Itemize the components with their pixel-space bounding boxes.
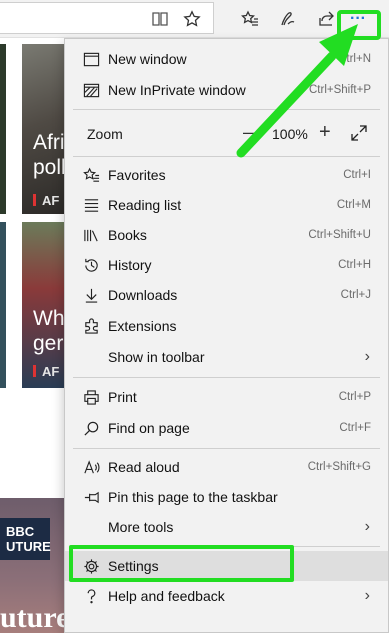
search-icon	[82, 419, 100, 437]
menu-label: New InPrivate window	[108, 82, 246, 98]
web-note-icon[interactable]	[275, 6, 301, 32]
print-icon	[82, 388, 100, 406]
zoom-level: 100%	[272, 126, 308, 142]
menu-label: Pin this page to the taskbar	[108, 489, 278, 505]
menu-item-more-tools[interactable]: More tools ›	[65, 512, 388, 542]
menu-label: Downloads	[108, 287, 178, 303]
menu-item-read-aloud[interactable]: Read aloud Ctrl+Shift+G	[65, 452, 388, 482]
fullscreen-icon[interactable]	[350, 124, 368, 142]
menu-shortcut: Ctrl+H	[338, 259, 371, 271]
menu-shortcut: Ctrl+Shift+P	[309, 84, 371, 96]
annotation-highlight-settings	[69, 545, 294, 582]
pin-icon	[82, 488, 100, 506]
menu-shortcut: Ctrl+Shift+U	[308, 229, 371, 241]
menu-item-history[interactable]: History Ctrl+H	[65, 250, 388, 280]
zoom-label: Zoom	[87, 126, 123, 142]
menu-item-pin-to-taskbar[interactable]: Pin this page to the taskbar	[65, 482, 388, 512]
zoom-row: Zoom — 100% +	[65, 119, 388, 149]
menu-item-reading-list[interactable]: Reading list Ctrl+M	[65, 190, 388, 220]
news-tile-edge	[0, 222, 6, 388]
menu-label: Help and feedback	[108, 588, 225, 604]
menu-item-extensions[interactable]: Extensions	[65, 311, 388, 341]
tile-headline: Afri poll	[33, 131, 66, 179]
favorite-star-icon[interactable]	[179, 6, 205, 32]
menu-shortcut: Ctrl+J	[340, 289, 371, 301]
menu-label: Show in toolbar	[108, 349, 205, 365]
menu-item-books[interactable]: Books Ctrl+Shift+U	[65, 220, 388, 250]
books-icon	[82, 226, 100, 244]
history-icon	[82, 256, 100, 274]
chevron-right-icon: ›	[364, 587, 370, 604]
menu-item-favorites[interactable]: Favorites Ctrl+I	[65, 160, 388, 190]
chevron-right-icon: ›	[364, 518, 370, 535]
menu-label: More tools	[108, 519, 174, 535]
menu-shortcut: Ctrl+M	[336, 199, 371, 211]
menu-label: New window	[108, 51, 187, 67]
zoom-out-button[interactable]: —	[243, 122, 261, 143]
menu-label: History	[108, 257, 152, 273]
menu-label: Print	[108, 389, 137, 405]
reading-view-icon[interactable]	[147, 6, 173, 32]
menu-item-inprivate[interactable]: New InPrivate window Ctrl+Shift+P	[65, 75, 388, 105]
menu-item-downloads[interactable]: Downloads Ctrl+J	[65, 280, 388, 310]
menu-item-new-window[interactable]: New window Ctrl+N	[65, 44, 388, 74]
more-menu: New window Ctrl+N New InPrivate window C…	[64, 38, 389, 633]
favorites-hub-icon[interactable]	[237, 6, 263, 32]
puzzle-icon	[82, 317, 100, 335]
menu-item-help[interactable]: Help and feedback ›	[65, 581, 388, 611]
menu-item-show-in-toolbar[interactable]: Show in toolbar ›	[65, 342, 388, 372]
browser-toolbar: ···	[0, 0, 389, 38]
bbc-logo: BBC UTURE	[0, 518, 51, 560]
tile-source: AF	[33, 193, 59, 208]
menu-label: Books	[108, 227, 147, 243]
inprivate-window-icon	[82, 81, 100, 99]
news-tile-edge	[0, 44, 6, 214]
menu-shortcut: Ctrl+P	[338, 391, 371, 403]
annotation-highlight-more-button	[337, 10, 381, 40]
menu-shortcut: Ctrl+F	[339, 422, 371, 434]
menu-label: Reading list	[108, 197, 182, 213]
favorites-icon	[82, 166, 100, 184]
menu-divider	[73, 377, 380, 378]
menu-label: Find on page	[108, 420, 190, 436]
reading-list-icon	[82, 196, 100, 214]
window-icon	[82, 50, 100, 68]
menu-divider	[73, 109, 380, 110]
menu-divider	[73, 156, 380, 157]
zoom-in-button[interactable]: +	[319, 121, 331, 144]
menu-divider	[73, 448, 380, 449]
menu-label: Favorites	[108, 167, 166, 183]
menu-shortcut: Ctrl+Shift+G	[307, 461, 371, 473]
chevron-right-icon: ›	[364, 348, 370, 365]
download-icon	[82, 286, 100, 304]
menu-item-print[interactable]: Print Ctrl+P	[65, 382, 388, 412]
help-icon	[82, 587, 100, 605]
tile-headline: Wh ger	[33, 307, 65, 355]
menu-shortcut: Ctrl+N	[338, 53, 371, 65]
menu-label: Read aloud	[108, 459, 180, 475]
menu-label: Extensions	[108, 318, 177, 334]
menu-item-find-on-page[interactable]: Find on page Ctrl+F	[65, 413, 388, 443]
tile-source: AF	[33, 364, 59, 379]
menu-shortcut: Ctrl+I	[343, 169, 371, 181]
read-aloud-icon	[82, 458, 100, 476]
